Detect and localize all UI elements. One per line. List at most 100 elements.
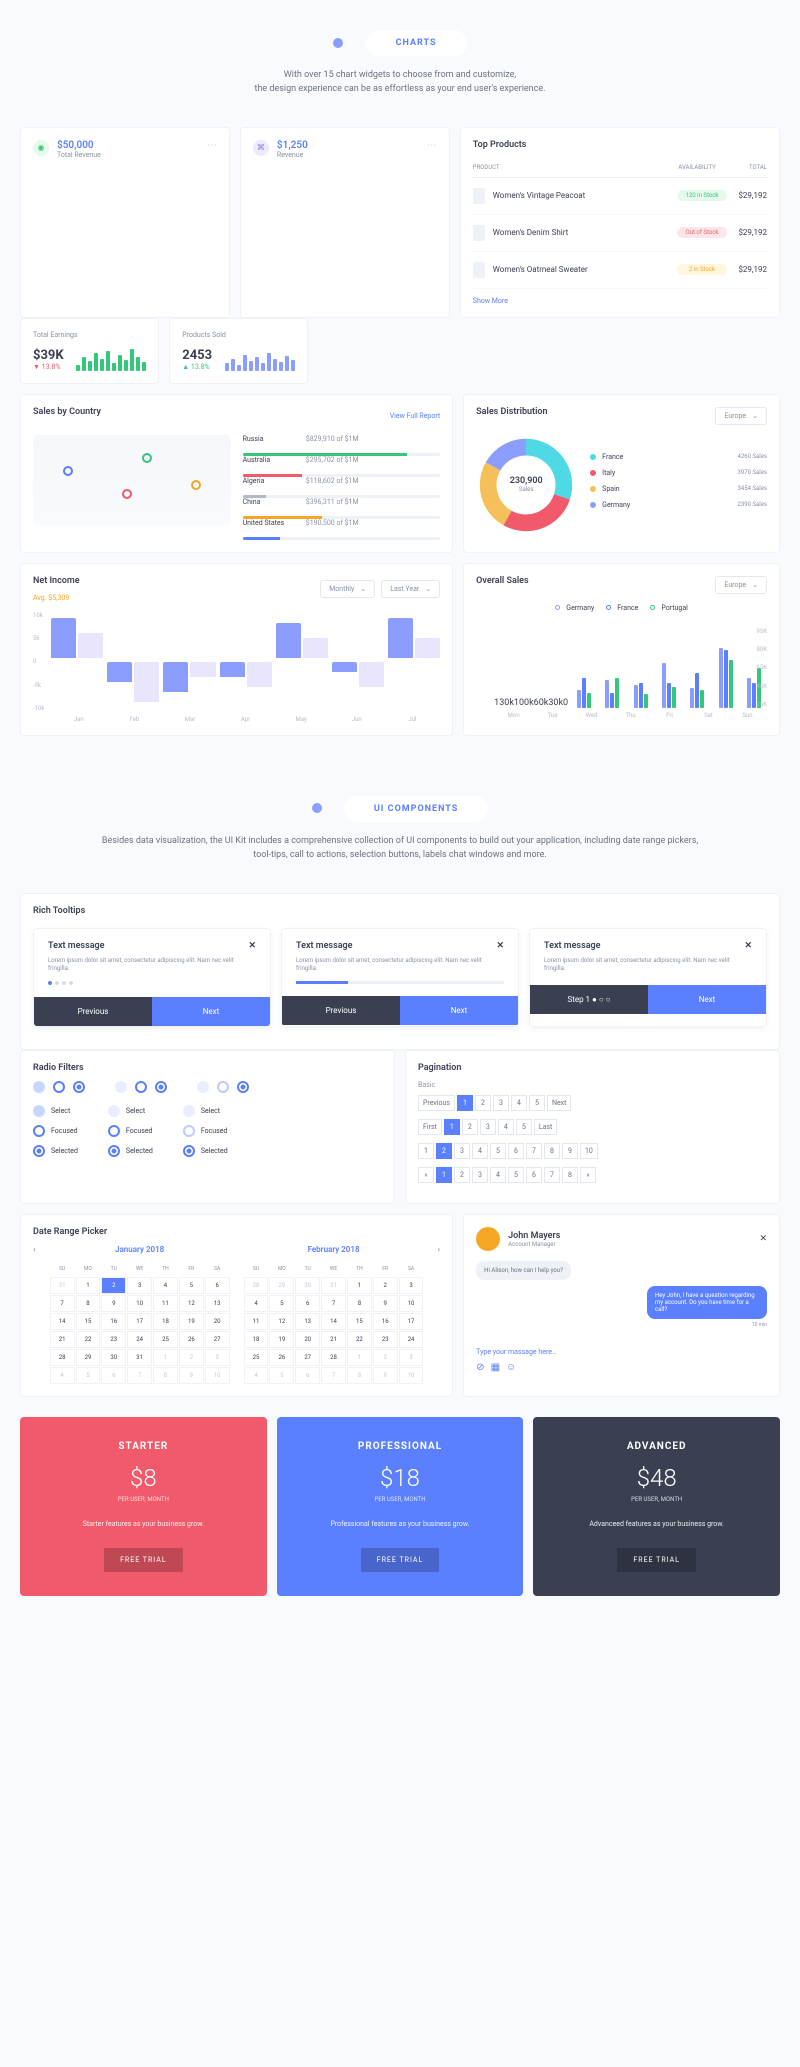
cal-day[interactable]: 9 <box>373 1367 398 1384</box>
page-prev-icon[interactable]: « <box>418 1167 434 1183</box>
page-first[interactable]: First <box>418 1119 442 1135</box>
page-num[interactable]: 5 <box>529 1095 545 1111</box>
page-num[interactable]: 4 <box>472 1143 488 1159</box>
cal-day[interactable]: 7 <box>50 1295 75 1312</box>
cal-day[interactable]: 5 <box>269 1295 294 1312</box>
cal-day[interactable]: 28 <box>50 1349 75 1366</box>
cal-day[interactable]: 1 <box>76 1277 101 1294</box>
page-num[interactable]: 5 <box>516 1119 532 1135</box>
cal-day[interactable]: 9 <box>101 1295 126 1312</box>
cal-day[interactable]: 8 <box>347 1367 372 1384</box>
cal-day[interactable]: 25 <box>244 1349 269 1366</box>
page-next[interactable]: Next <box>547 1095 571 1111</box>
image-icon[interactable]: ▦ <box>491 1362 500 1373</box>
attach-icon[interactable]: ⊘ <box>476 1362 484 1373</box>
cal-day[interactable]: 1 <box>347 1349 372 1366</box>
page-last[interactable]: Last <box>534 1119 557 1135</box>
cal-day[interactable]: 3 <box>127 1277 152 1294</box>
cal-day[interactable]: 25 <box>153 1331 178 1348</box>
next-month-icon[interactable]: › <box>437 1245 440 1255</box>
cal-day[interactable]: 21 <box>321 1331 346 1348</box>
show-more-link[interactable]: Show More <box>473 297 767 305</box>
emoji-icon[interactable]: ☺ <box>506 1362 516 1373</box>
cal-day[interactable]: 22 <box>76 1331 101 1348</box>
page-num[interactable]: 1 <box>436 1167 452 1183</box>
cal-day[interactable]: 24 <box>127 1331 152 1348</box>
close-icon[interactable]: ✕ <box>248 941 256 951</box>
cal-day[interactable]: 6 <box>295 1367 320 1384</box>
cal-day[interactable]: 30 <box>101 1349 126 1366</box>
cal-day[interactable]: 5 <box>269 1367 294 1384</box>
cal-day[interactable]: 28 <box>321 1349 346 1366</box>
radio[interactable] <box>73 1081 85 1093</box>
cal-day[interactable]: 6 <box>205 1277 230 1294</box>
cal-day[interactable]: 16 <box>101 1313 126 1330</box>
page-num[interactable]: 3 <box>480 1119 496 1135</box>
radio[interactable] <box>183 1105 195 1117</box>
cal-day[interactable]: 3 <box>205 1349 230 1366</box>
page-num[interactable]: 6 <box>508 1143 524 1159</box>
radio[interactable] <box>135 1081 147 1093</box>
radio[interactable] <box>115 1081 127 1093</box>
cal-day[interactable]: 7 <box>321 1295 346 1312</box>
radio[interactable] <box>33 1125 45 1137</box>
next-button[interactable]: Next <box>400 996 518 1025</box>
cal-day[interactable]: 20 <box>205 1313 230 1330</box>
region-select[interactable]: Europe⌄ <box>715 576 767 594</box>
cal-day[interactable]: 10 <box>127 1295 152 1312</box>
page-num[interactable]: 4 <box>498 1119 514 1135</box>
page-num[interactable]: 1 <box>418 1143 434 1159</box>
page-num[interactable]: 9 <box>562 1143 578 1159</box>
cal-day[interactable]: 13 <box>205 1295 230 1312</box>
cal-day[interactable]: 12 <box>179 1295 204 1312</box>
page-num[interactable]: 3 <box>454 1143 470 1159</box>
cal-day[interactable]: 31 <box>127 1349 152 1366</box>
cal-day[interactable]: 19 <box>179 1313 204 1330</box>
cal-day[interactable]: 9 <box>179 1367 204 1384</box>
cal-day[interactable]: 23 <box>101 1331 126 1348</box>
radio[interactable] <box>237 1081 249 1093</box>
page-num[interactable]: 7 <box>526 1143 542 1159</box>
cal-day[interactable]: 17 <box>399 1313 424 1330</box>
page-num[interactable]: 2 <box>454 1167 470 1183</box>
radio[interactable] <box>33 1081 45 1093</box>
cal-day[interactable]: 29 <box>76 1349 101 1366</box>
free-trial-button[interactable]: FREE TRIAL <box>361 1548 440 1572</box>
more-icon[interactable]: ⋯ <box>427 140 437 151</box>
cal-day[interactable]: 19 <box>269 1331 294 1348</box>
cal-day[interactable]: 3 <box>399 1277 424 1294</box>
page-num[interactable]: 10 <box>580 1143 598 1159</box>
cal-day[interactable]: 22 <box>347 1331 372 1348</box>
cal-day[interactable]: 21 <box>50 1331 75 1348</box>
cal-day[interactable]: 8 <box>76 1295 101 1312</box>
cal-day[interactable]: 13 <box>295 1313 320 1330</box>
cal-day[interactable]: 18 <box>153 1313 178 1330</box>
cal-day[interactable]: 8 <box>347 1295 372 1312</box>
radio[interactable] <box>33 1145 45 1157</box>
more-icon[interactable]: ⋯ <box>207 140 217 151</box>
cal-day[interactable]: 2 <box>373 1277 398 1294</box>
view-report-link[interactable]: View Full Report <box>390 412 440 420</box>
cal-day[interactable]: 15 <box>347 1313 372 1330</box>
close-icon[interactable]: ✕ <box>759 1234 767 1244</box>
page-num[interactable]: 2 <box>462 1119 478 1135</box>
page-num[interactable]: 4 <box>511 1095 527 1111</box>
cal-day[interactable]: 1 <box>153 1349 178 1366</box>
page-num[interactable]: 3 <box>472 1167 488 1183</box>
page-num[interactable]: 2 <box>475 1095 491 1111</box>
chat-input[interactable]: Type your massage here… <box>476 1348 767 1356</box>
cal-day[interactable]: 8 <box>153 1367 178 1384</box>
cal-day[interactable]: 30 <box>295 1277 320 1294</box>
cal-day[interactable]: 6 <box>295 1295 320 1312</box>
year-select[interactable]: Last Year⌄ <box>381 580 440 598</box>
radio[interactable] <box>155 1081 167 1093</box>
cal-day[interactable]: 31 <box>321 1277 346 1294</box>
cal-day[interactable]: 5 <box>179 1277 204 1294</box>
radio[interactable] <box>53 1081 65 1093</box>
cal-day[interactable]: 2 <box>179 1349 204 1366</box>
radio[interactable] <box>108 1125 120 1137</box>
radio[interactable] <box>108 1145 120 1157</box>
cal-day[interactable]: 28 <box>244 1277 269 1294</box>
page-num[interactable]: 4 <box>490 1167 506 1183</box>
cal-day[interactable]: 10 <box>205 1367 230 1384</box>
